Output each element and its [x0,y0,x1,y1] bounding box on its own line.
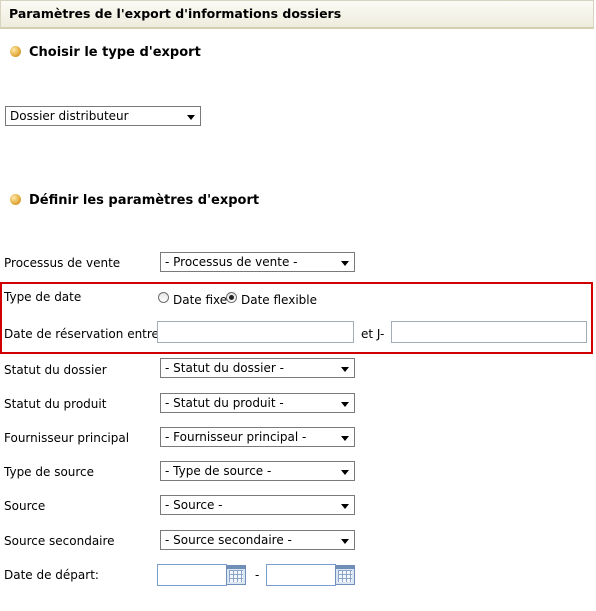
sales-process-label: Processus de vente [4,256,121,270]
product-status-select[interactable]: - Statut du produit - [160,393,355,413]
product-status-label: Statut du produit [4,397,107,411]
main-supplier-selected: - Fournisseur principal - [165,430,307,444]
dropdown-arrow-icon [341,402,349,407]
sales-process-select[interactable]: - Processus de vente - [160,252,355,272]
product-status-selected: - Statut du produit - [165,396,284,410]
file-status-label: Statut du dossier [4,363,107,377]
section-export-type-title: Choisir le type d'export [29,45,201,60]
section-export-type-heading: Choisir le type d'export [10,45,201,60]
date-fixed-radio[interactable] [158,292,169,303]
departure-date-label: Date de départ: [4,568,99,582]
section-params-heading: Définir les paramètres d'export [10,193,259,208]
dropdown-arrow-icon [341,470,349,475]
export-type-select[interactable]: Dossier distributeur [5,106,201,126]
source-type-selected: - Type de source - [165,464,272,478]
booking-date-to-input[interactable] [391,321,587,343]
dropdown-arrow-icon [341,436,349,441]
date-flexible-label: Date flexible [241,293,317,307]
file-status-selected: - Statut du dossier - [165,361,284,375]
main-supplier-label: Fournisseur principal [4,431,130,445]
dropdown-arrow-icon [341,504,349,509]
dropdown-arrow-icon [187,115,195,120]
dropdown-arrow-icon [341,261,349,266]
secondary-source-selected: - Source secondaire - [165,533,292,547]
secondary-source-label: Source secondaire [4,534,115,548]
date-fixed-label: Date fixe [173,293,228,307]
bullet-icon [10,194,21,205]
page-title: Paramètres de l'export d'informations do… [9,6,342,21]
source-type-select[interactable]: - Type de source - [160,461,355,481]
file-status-select[interactable]: - Statut du dossier - [160,358,355,378]
dropdown-arrow-icon [341,367,349,372]
page-header: Paramètres de l'export d'informations do… [0,0,594,29]
source-select[interactable]: - Source - [160,495,355,515]
export-type-selected: Dossier distributeur [10,109,129,123]
bullet-icon [10,46,21,57]
secondary-source-select[interactable]: - Source secondaire - [160,530,355,550]
date-flexible-radio[interactable] [226,292,237,303]
dropdown-arrow-icon [341,539,349,544]
departure-date-separator: - [255,568,260,582]
booking-date-from-input[interactable] [157,321,354,343]
calendar-icon[interactable] [226,565,246,585]
booking-date-and-label: et J- [361,327,385,341]
booking-date-label: Date de réservation entre J- [4,327,171,341]
section-params-title: Définir les paramètres d'export [29,193,260,208]
source-selected: - Source - [165,498,223,512]
departure-date-from-input[interactable] [157,564,227,586]
source-type-label: Type de source [4,465,95,479]
main-supplier-select[interactable]: - Fournisseur principal - [160,427,355,447]
calendar-icon[interactable] [335,565,355,585]
sales-process-selected: - Processus de vente - [165,255,298,269]
departure-date-to-input[interactable] [266,564,336,586]
source-label: Source [4,499,46,513]
date-type-label: Type de date [4,290,82,304]
